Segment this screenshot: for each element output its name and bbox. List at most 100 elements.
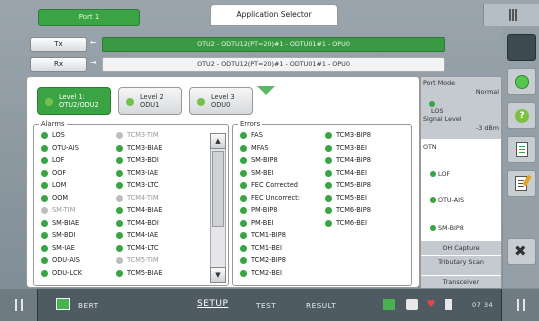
left-menu-handle[interactable] <box>0 289 38 321</box>
error-item: TCM4-BIP8 <box>325 155 371 165</box>
status-dot-icon <box>240 207 247 214</box>
status-dot-icon <box>126 98 134 106</box>
error-item: TCM6-BEI <box>325 218 367 228</box>
item-label: TCM2-BIP8 <box>251 256 286 264</box>
transceiver-button[interactable]: Transceiver <box>421 275 501 288</box>
item-label: MFAS <box>251 143 269 152</box>
otn-item-otu-ais: OTU-AIS <box>438 196 465 204</box>
alarm-item: SM-IAE <box>41 243 75 253</box>
error-item: TCM3-BIP8 <box>325 130 371 140</box>
item-label: TCM3-BEI <box>336 143 367 152</box>
status-dot-icon <box>116 169 123 177</box>
level-1-button[interactable]: Level 1: OTU2/ODU2 <box>37 87 111 115</box>
status-dot-icon <box>325 144 332 152</box>
alarm-item: TCM3-BIAE <box>116 143 162 153</box>
error-item: TCM2-BEI <box>240 268 282 278</box>
bert-tab[interactable]: BERT <box>78 301 99 310</box>
tx-arrow-icon: ← <box>90 38 97 47</box>
right-menu-handle[interactable] <box>501 289 539 321</box>
test-tab[interactable]: TEST <box>256 301 276 310</box>
status-dot-icon <box>240 269 247 277</box>
status-dot-icon <box>41 194 48 202</box>
status-dot-icon <box>240 219 247 227</box>
status-button[interactable] <box>507 68 536 95</box>
status-dot-icon <box>325 169 332 177</box>
status-dot-icon <box>240 169 247 177</box>
item-label: TCM4-BDI <box>127 218 159 227</box>
setup-tab[interactable]: SETUP <box>197 299 228 309</box>
alarm-item: SM-TIM <box>41 205 75 215</box>
scroll-thumb[interactable] <box>212 151 224 227</box>
item-label: LOF <box>52 156 65 164</box>
error-item: TCM2-BIP8 <box>240 255 286 265</box>
main-panel: Level 1: OTU2/ODU2 Level 2 ODU1 Level 3 … <box>26 76 420 288</box>
alarm-item: ODU-AIS <box>41 255 80 265</box>
port-1-tab[interactable]: Port 1 <box>38 9 140 26</box>
status-dot-icon <box>116 157 123 164</box>
item-label: PM-BIP8 <box>251 206 278 214</box>
item-label: OOM <box>52 193 69 202</box>
status-dot-icon <box>116 219 123 227</box>
alarm-item: OOF <box>41 168 66 178</box>
status-dot-icon <box>41 157 48 164</box>
alarm-item: TCM4-BDI <box>116 218 159 228</box>
alarm-item: LOF <box>41 155 64 165</box>
alarm-item: SM-BDI <box>41 230 76 240</box>
clock: 07 34 <box>472 301 494 309</box>
menu-handle[interactable] <box>483 4 539 26</box>
status-dot-icon <box>41 232 48 239</box>
status-dot-icon <box>116 194 123 202</box>
rx-row: Rx → OTU2 - ODTU12(PT=20)#1 - ODTU01#1 -… <box>30 57 445 72</box>
tx-button[interactable]: Tx <box>30 37 87 52</box>
rx-arrow-icon: → <box>90 58 97 67</box>
item-label: FEC Uncorrect: <box>251 193 300 202</box>
status-dot-icon <box>325 157 332 164</box>
level-3-button[interactable]: Level 3 ODU0 <box>189 87 253 115</box>
oh-capture-button[interactable]: OH Capture <box>421 240 501 255</box>
help-button[interactable]: ? <box>507 102 536 129</box>
item-label: TCM3-BDI <box>127 156 159 164</box>
monitor-icon <box>406 299 418 310</box>
alarm-item: TCM3-LTC <box>116 180 159 190</box>
status-light-icon <box>515 75 529 89</box>
status-dot-icon <box>197 98 205 106</box>
help-icon: ? <box>515 109 529 123</box>
status-dot-icon <box>45 98 53 106</box>
result-tab[interactable]: RESULT <box>306 301 336 310</box>
item-label: TCM4-TIM <box>127 193 159 202</box>
item-label: TCM5-TIM <box>127 256 159 264</box>
rx-path-bar[interactable]: OTU2 - ODTU12(PT=20)#1 - ODTU01#1 - OPU0 <box>102 57 445 72</box>
level-2-button[interactable]: Level 2 ODU1 <box>118 87 182 115</box>
alarms-scrollbar[interactable]: ▲ ▼ <box>210 133 226 283</box>
tributary-scan-button[interactable]: Tributary Scan <box>421 255 501 275</box>
error-item: PM-BIP8 <box>240 205 277 215</box>
stop-button[interactable] <box>507 34 536 61</box>
status-dot-icon <box>41 244 48 252</box>
application-selector-tab[interactable]: Application Selector <box>210 4 338 26</box>
rx-button[interactable]: Rx <box>30 57 87 72</box>
wifi-icon: ♥ <box>426 299 436 310</box>
port-status-icon <box>383 299 395 310</box>
item-label: ODU-AIS <box>52 256 80 264</box>
edit-report-button[interactable] <box>507 170 536 197</box>
alarm-item: TCM3-BDI <box>116 155 159 165</box>
scroll-down-icon[interactable]: ▼ <box>210 267 226 283</box>
item-label: TCM3-LTC <box>127 181 159 189</box>
error-item: TCM4-BEI <box>325 168 367 178</box>
report-button[interactable] <box>507 136 536 163</box>
alarm-item: TCM5-BIAE <box>116 268 162 278</box>
tx-path-bar[interactable]: OTU2 - ODTU12(PT=20)#1 - ODTU01#1 - OPU0 <box>102 37 445 52</box>
tools-button[interactable]: ✖ <box>507 238 536 265</box>
error-item: TCM1-BIP8 <box>240 230 286 240</box>
item-label: ODU-LCK <box>52 268 83 277</box>
errors-pane: Errors FAS MFAS SM-BIP8 SM-BEI FEC Corrected… <box>232 120 412 286</box>
signal-level-label: Signal Level <box>423 115 462 123</box>
signal-level-value: -3 dBm <box>475 124 499 132</box>
item-label: TCM4-BIP8 <box>336 156 371 164</box>
scroll-up-icon[interactable]: ▲ <box>210 133 226 149</box>
status-dot-icon <box>41 182 48 189</box>
status-dot-icon <box>116 244 123 252</box>
tools-icon: ✖ <box>514 242 527 260</box>
item-label: LOM <box>52 181 67 189</box>
